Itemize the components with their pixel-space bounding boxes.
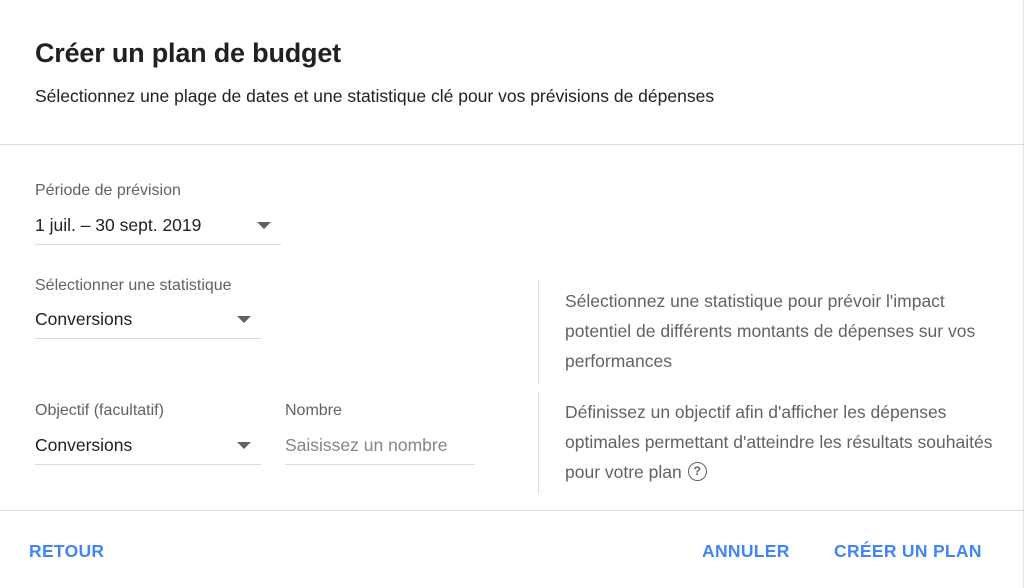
back-button[interactable]: RETOUR	[29, 541, 104, 562]
objective-select[interactable]: Conversions	[35, 427, 261, 465]
triangle-down-icon	[237, 442, 251, 449]
dialog-header: Créer un plan de budget Sélectionnez une…	[0, 0, 1024, 145]
objective-help-text: Définissez un objectif afin d'afficher l…	[565, 402, 993, 482]
objective-help-divider	[538, 391, 539, 494]
statistic-help-divider	[538, 281, 539, 383]
objective-label: Objectif (facultatif)	[35, 402, 164, 419]
number-label: Nombre	[285, 402, 342, 419]
period-select[interactable]: 1 juil. – 30 sept. 2019	[35, 207, 281, 245]
statistic-help-text: Sélectionnez une statistique pour prévoi…	[565, 291, 976, 371]
objective-help: Définissez un objectif afin d'afficher l…	[565, 397, 995, 487]
number-input[interactable]	[285, 427, 475, 465]
objective-value: Conversions	[35, 435, 133, 455]
period-label: Période de prévision	[35, 182, 181, 199]
period-value: 1 juil. – 30 sept. 2019	[35, 215, 202, 235]
statistic-value: Conversions	[35, 309, 133, 329]
statistic-select[interactable]: Conversions	[35, 301, 261, 339]
cancel-button[interactable]: ANNULER	[702, 541, 790, 562]
triangle-down-icon	[257, 222, 271, 229]
dialog-footer: RETOUR ANNULER CRÉER UN PLAN	[0, 510, 1024, 588]
dialog-title: Créer un plan de budget	[35, 38, 341, 68]
help-circle-icon[interactable]: ?	[687, 461, 707, 481]
create-budget-plan-dialog: Créer un plan de budget Sélectionnez une…	[0, 0, 1024, 588]
dialog-subtitle: Sélectionnez une plage de dates et une s…	[35, 86, 715, 106]
create-plan-button[interactable]: CRÉER UN PLAN	[834, 541, 982, 562]
statistic-label: Sélectionner une statistique	[35, 277, 232, 294]
triangle-down-icon	[237, 316, 251, 323]
